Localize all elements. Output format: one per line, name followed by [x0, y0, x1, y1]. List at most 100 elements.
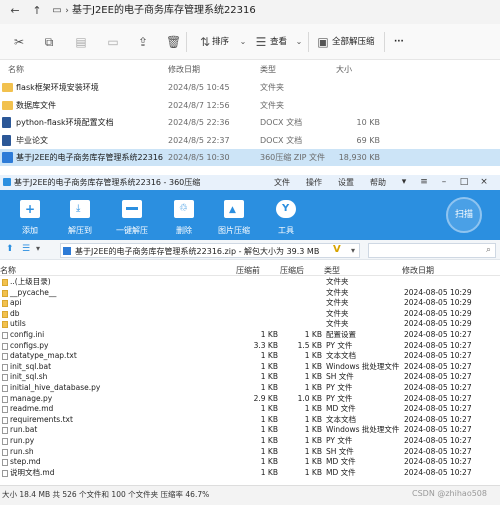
menu-help[interactable]: 帮助: [370, 177, 386, 188]
folder-icon: [2, 83, 13, 92]
up-arrow-icon[interactable]: ↑: [30, 4, 44, 18]
menu-file[interactable]: 文件: [274, 177, 290, 188]
column-header-date[interactable]: 修改日期: [402, 265, 434, 276]
extract-all-icon[interactable]: ▣: [316, 35, 330, 49]
search-icon[interactable]: ⌕: [486, 245, 491, 255]
copy-icon[interactable]: ⧉: [42, 35, 56, 49]
zip-row[interactable]: manage.py 2.9 KB 1.0 KB PY 文件 2024-08-05 10:…: [0, 394, 500, 405]
zip-list-header: 名称 压缩前 压缩后 类型 修改日期: [0, 264, 500, 276]
up-level-icon[interactable]: ⬆: [6, 244, 14, 254]
column-header-size[interactable]: 大小: [336, 64, 352, 75]
minimize-icon[interactable]: –: [438, 177, 450, 187]
file-row[interactable]: python-flask环境配置文档 2024/8/5 22:36 DOCX 文档 1…: [0, 114, 500, 131]
column-header-name[interactable]: 名称: [0, 265, 16, 276]
zip-row[interactable]: ..(上级目录) 文件夹: [0, 277, 500, 288]
tools-icon[interactable]: Y: [276, 200, 296, 218]
zip-row[interactable]: run.bat 1 KB 1 KB Windows 批处理文件 2024-08-05 1…: [0, 425, 500, 436]
share-icon[interactable]: ⇪: [136, 35, 150, 49]
menu-action[interactable]: 操作: [306, 177, 322, 188]
column-header-before[interactable]: 压缩前: [236, 265, 260, 276]
zip-entry-size-before: 1 KB: [260, 330, 278, 339]
settings-icon[interactable]: ≡: [418, 177, 430, 187]
image-compress-button[interactable]: 图片压缩: [209, 225, 259, 236]
file-row[interactable]: 毕业论文 2024/8/5 22:37 DOCX 文档 69 KB: [0, 132, 500, 149]
zip-row[interactable]: readme.md 1 KB 1 KB MD 文件 2024-08-05 10:27: [0, 404, 500, 415]
zip-entry-size-before: 2.9 KB: [253, 393, 278, 403]
close-icon[interactable]: ×: [478, 177, 490, 187]
tools-button[interactable]: 工具: [261, 225, 311, 236]
scan-button[interactable]: 扫描: [446, 197, 482, 233]
file-row[interactable]: 数据库文件 2024/8/7 12:56 文件夹: [0, 97, 500, 114]
column-header-name[interactable]: 名称: [8, 64, 24, 75]
file-type: 360压缩 ZIP 文件: [260, 153, 326, 162]
zip-entry-type: 文件夹: [326, 298, 349, 308]
view-button[interactable]: 查看: [270, 34, 287, 50]
zip-row[interactable]: utils 文件夹 2024-08-05 10:29: [0, 319, 500, 330]
zip-row[interactable]: config.ini 1 KB 1 KB 配置设置 2024-08-05 10:27: [0, 330, 500, 341]
chevron-down-icon[interactable]: ⌄: [292, 35, 306, 49]
extract-to-icon[interactable]: ⤓: [70, 200, 90, 218]
file-icon: [2, 427, 8, 435]
cut-icon[interactable]: ✂: [12, 35, 26, 49]
sort-icon[interactable]: ⇅: [198, 35, 212, 49]
rename-icon[interactable]: ▭: [106, 35, 120, 49]
sort-button[interactable]: 排序: [212, 34, 229, 50]
zip-entry-date: 2024-08-05 10:27: [404, 404, 472, 414]
zip-search-input[interactable]: ⌕: [368, 243, 496, 258]
path-dropdown-icon[interactable]: V: [333, 244, 341, 255]
zip-row[interactable]: step.md 1 KB 1 KB MD 文件 2024-08-05 10:27: [0, 457, 500, 468]
more-options-button[interactable]: ···: [394, 34, 404, 50]
file-icon: [2, 406, 8, 414]
zip-row[interactable]: run.py 1 KB 1 KB PY 文件 2024-08-05 10:27: [0, 436, 500, 447]
toolbar-divider: [186, 32, 187, 52]
chevron-down-icon[interactable]: ⌄: [236, 35, 250, 49]
zip-entry-date: 2024-08-05 10:27: [404, 393, 472, 403]
zip-entry-type: Windows 批处理文件: [326, 425, 400, 435]
skin-icon[interactable]: ▾: [398, 177, 410, 187]
address-path[interactable]: 基于J2EE的电子商务库存管理系统22316: [72, 2, 256, 20]
column-header-date[interactable]: 修改日期: [168, 64, 200, 75]
zip-entry-type: 配置设置: [326, 330, 356, 339]
zip-entry-name: utils: [10, 319, 26, 329]
chevron-down-icon[interactable]: ▾: [351, 246, 355, 255]
zip-row[interactable]: configs.py 3.3 KB 1.5 KB PY 文件 2024-08-05 10…: [0, 341, 500, 352]
add-icon[interactable]: +: [20, 200, 40, 218]
zip-row[interactable]: __pycache__ 文件夹 2024-08-05 10:29: [0, 288, 500, 299]
file-row[interactable]: flask框架环境安装环境 2024/8/5 10:45 文件夹: [0, 79, 500, 96]
image-compress-icon[interactable]: ▲: [224, 200, 244, 218]
one-click-extract-button[interactable]: 一键解压: [107, 225, 157, 236]
column-header-type[interactable]: 类型: [260, 64, 276, 75]
file-name: 基于J2EE的电子商务库存管理系统22316: [16, 153, 164, 162]
maximize-icon[interactable]: □: [458, 177, 470, 187]
delete-icon[interactable]: 🗑: [166, 35, 181, 49]
zip-row[interactable]: requirements.txt 1 KB 1 KB 文本文档 2024-08-05 1…: [0, 415, 500, 426]
back-arrow-icon[interactable]: ←: [8, 4, 22, 18]
delete-button[interactable]: 删除: [159, 225, 209, 236]
zip-row[interactable]: db 文件夹 2024-08-05 10:29: [0, 309, 500, 320]
zip-row[interactable]: init_sql.bat 1 KB 1 KB Windows 批处理文件 2024-08…: [0, 362, 500, 373]
zip-entry-type: PY 文件: [326, 340, 353, 350]
zip-row[interactable]: run.sh 1 KB 1 KB SH 文件 2024-08-05 10:27: [0, 447, 500, 458]
file-row[interactable]: 基于J2EE的电子商务库存管理系统22316 2024/8/5 10:30 360压…: [0, 149, 500, 166]
one-click-extract-icon[interactable]: [122, 200, 142, 218]
toolbar-divider: [384, 32, 385, 52]
add-button[interactable]: 添加: [5, 225, 55, 236]
extract-all-button[interactable]: 全部解压缩: [332, 34, 375, 50]
paste-icon[interactable]: ▤: [74, 35, 88, 49]
extract-to-button[interactable]: 解压到: [55, 225, 105, 236]
view-mode-icon[interactable]: ☰: [22, 244, 30, 254]
zip-entry-type: 文件夹: [326, 277, 349, 286]
zip-row[interactable]: api 文件夹 2024-08-05 10:29: [0, 298, 500, 309]
chevron-down-icon[interactable]: ▾: [36, 244, 40, 253]
column-header-after[interactable]: 压缩后: [280, 265, 304, 276]
column-header-type[interactable]: 类型: [324, 265, 340, 276]
zip-path-bar: ⬆ ☰ ▾ 基于J2EE的电子商务库存管理系统22316.zip - 解包大小为…: [0, 240, 500, 260]
menu-settings[interactable]: 设置: [338, 177, 354, 188]
view-icon[interactable]: ☰: [254, 35, 268, 49]
zip-row[interactable]: 说明文档.md 1 KB 1 KB MD 文件 2024-08-05 10:27: [0, 468, 500, 479]
zip-row[interactable]: init_sql.sh 1 KB 1 KB SH 文件 2024-08-05 10:27: [0, 372, 500, 383]
delete-icon[interactable]: ♲: [174, 200, 194, 218]
zip-row[interactable]: datatype_map.txt 1 KB 1 KB 文本文档 2024-08-05 1…: [0, 351, 500, 362]
zip-path-field[interactable]: 基于J2EE的电子商务库存管理系统22316.zip - 解包大小为 39.3 …: [60, 243, 360, 258]
zip-row[interactable]: initial_hive_database.py 1 KB 1 KB PY 文件 202…: [0, 383, 500, 394]
